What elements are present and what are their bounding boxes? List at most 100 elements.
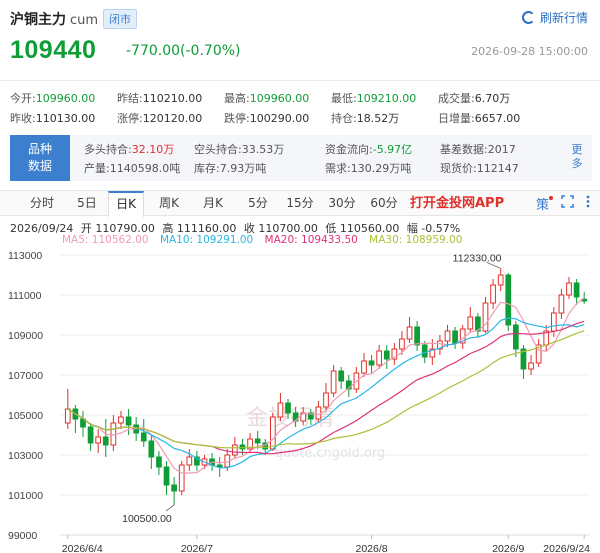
stat-cell: 基差数据:2017 xyxy=(440,141,516,157)
candle-body xyxy=(171,484,177,492)
stat-cell: 持仓:18.52万 xyxy=(331,110,399,126)
stat-label: 昨收: xyxy=(10,112,36,125)
y-tick-label: 99000 xyxy=(8,530,37,542)
candle-body xyxy=(285,402,291,414)
stat-label: 库存: xyxy=(194,162,220,175)
refresh-icon xyxy=(521,11,535,24)
candle-body xyxy=(566,282,572,296)
tab-period[interactable]: 5日 xyxy=(70,191,104,216)
x-tick-label: 2026/7 xyxy=(181,543,213,553)
stat-label: 需求: xyxy=(325,162,351,175)
variety-data-tag: 品种 数据 xyxy=(10,135,70,181)
stat-value: -5.97亿 xyxy=(372,143,413,156)
candle-body xyxy=(178,464,185,492)
stats-row: 昨收:110130.00 涨停:120120.00 跌停:100290.00 持仓:1… xyxy=(0,110,600,128)
stat-label: 多头持合: xyxy=(84,143,132,156)
stat-label: 资金流向: xyxy=(325,143,373,156)
watermark-url: quote.cngold.org xyxy=(275,446,386,461)
candle-body xyxy=(323,392,329,408)
candle-body xyxy=(87,426,94,444)
stat-cell: 今开:109960.00 xyxy=(10,90,95,106)
candle-body xyxy=(399,338,405,350)
stat-label: 昨结: xyxy=(117,92,143,105)
variety-data-panel: 品种 数据 多头持合:32.10万 空头持合:33.53万 资金流向:-5.97亿 基… xyxy=(10,135,592,181)
stat-label: 日增量: xyxy=(438,112,475,125)
refresh-label: 刷新行情 xyxy=(539,11,588,25)
stat-value: 109960.00 xyxy=(35,92,96,105)
candle-body xyxy=(444,330,451,342)
more-options-icon[interactable] xyxy=(586,195,590,212)
quote-datetime: 2026-09-28 15:00:00 xyxy=(471,45,588,58)
x-tick-label: 2026/9 xyxy=(492,543,524,553)
candle-body xyxy=(497,274,504,286)
more-variety-data-link[interactable]: 更多 xyxy=(570,143,584,171)
stat-cell: 昨收:110130.00 xyxy=(10,110,95,126)
candle-body xyxy=(528,362,534,370)
x-tick-label: 2026/6/4 xyxy=(62,543,103,553)
y-tick-label: 109000 xyxy=(8,330,43,342)
refresh-quote-button[interactable]: 刷新行情 xyxy=(521,9,588,26)
stat-cell: 最低:109210.00 xyxy=(331,90,416,106)
candle-body xyxy=(513,324,519,350)
candle-body xyxy=(95,436,102,444)
candle-body xyxy=(573,282,580,298)
y-tick-label: 101000 xyxy=(8,490,43,502)
stat-cell: 需求:130.29万吨 xyxy=(325,160,411,176)
x-tick-label: 2026/8 xyxy=(356,543,388,553)
candle-body xyxy=(490,284,496,304)
stat-value: 100290.00 xyxy=(249,112,310,125)
candle-body xyxy=(383,350,390,360)
stat-value: 112147 xyxy=(476,162,519,175)
stat-label: 最高: xyxy=(224,92,250,105)
price-line: 109440 -770.00(-0.70%) 2026-09-28 15:00:… xyxy=(0,36,600,68)
tab-period[interactable]: 15分 xyxy=(282,191,318,216)
stat-label: 持仓: xyxy=(331,112,357,125)
stat-cell: 库存:7.93万吨 xyxy=(194,160,266,176)
open-app-promo-link[interactable]: 打开金投网APP xyxy=(410,191,504,216)
stat-cell: 最高:109960.00 xyxy=(224,90,309,106)
y-tick-label: 105000 xyxy=(8,410,43,422)
y-tick-label: 103000 xyxy=(8,450,43,462)
tab-period[interactable]: 月K xyxy=(194,191,232,216)
candle-body xyxy=(467,316,474,330)
stat-value: 7.93万吨 xyxy=(219,162,267,175)
tab-period[interactable]: 日K xyxy=(108,191,144,217)
candle-body xyxy=(338,370,345,382)
x-tick-label: 2026/9/24 xyxy=(543,543,590,553)
stat-label: 产量: xyxy=(84,162,110,175)
tab-period[interactable]: 30分 xyxy=(324,191,360,216)
stat-cell: 产量:1140598.0吨 xyxy=(84,160,180,176)
price-change: -770.00(-0.70%) xyxy=(126,43,241,59)
stat-cell: 跌停:100290.00 xyxy=(224,110,309,126)
stat-cell: 多头持合:32.10万 xyxy=(84,141,174,157)
tab-period[interactable]: 60分 xyxy=(366,191,402,216)
stat-value: 109960.00 xyxy=(249,92,310,105)
candle-body xyxy=(140,432,147,442)
candle-body xyxy=(414,326,420,346)
stat-label: 最低: xyxy=(331,92,357,105)
strategy-icon[interactable]: 策 xyxy=(536,194,553,213)
fullscreen-icon[interactable] xyxy=(561,195,574,212)
stat-value: 110130.00 xyxy=(35,112,96,125)
candlestick-chart[interactable]: 113000 111000 109000 107000 105000 103000 1010… xyxy=(0,245,600,553)
stat-label: 成交量: xyxy=(438,92,475,105)
variety-tag-line2: 数据 xyxy=(27,159,52,173)
quote-header: 沪铜主力 cum 闭市 刷新行情 xyxy=(0,0,600,36)
candle-body xyxy=(118,416,124,424)
candle-body xyxy=(269,416,276,450)
tab-period[interactable]: 分时 xyxy=(22,191,62,216)
notification-dot-icon xyxy=(549,196,553,200)
stat-cell: 现货价:112147 xyxy=(440,160,519,176)
chart-tool-icons: 策 xyxy=(536,191,590,216)
stat-label: 空头持合: xyxy=(194,143,242,156)
tab-period[interactable]: 5分 xyxy=(240,191,276,216)
y-tick-label: 111000 xyxy=(8,290,42,302)
last-price: 109440 xyxy=(10,36,97,64)
stat-label: 跌停: xyxy=(224,112,250,125)
stat-label: 现货价: xyxy=(440,162,477,175)
tab-period[interactable]: 周K xyxy=(150,191,188,216)
stats-row: 今开:109960.00 昨结:110210.00 最高:109960.00 最低:1… xyxy=(0,90,600,108)
stat-value: 18.52万 xyxy=(356,112,400,125)
stat-cell: 昨结:110210.00 xyxy=(117,90,202,106)
candle-body xyxy=(421,344,428,358)
